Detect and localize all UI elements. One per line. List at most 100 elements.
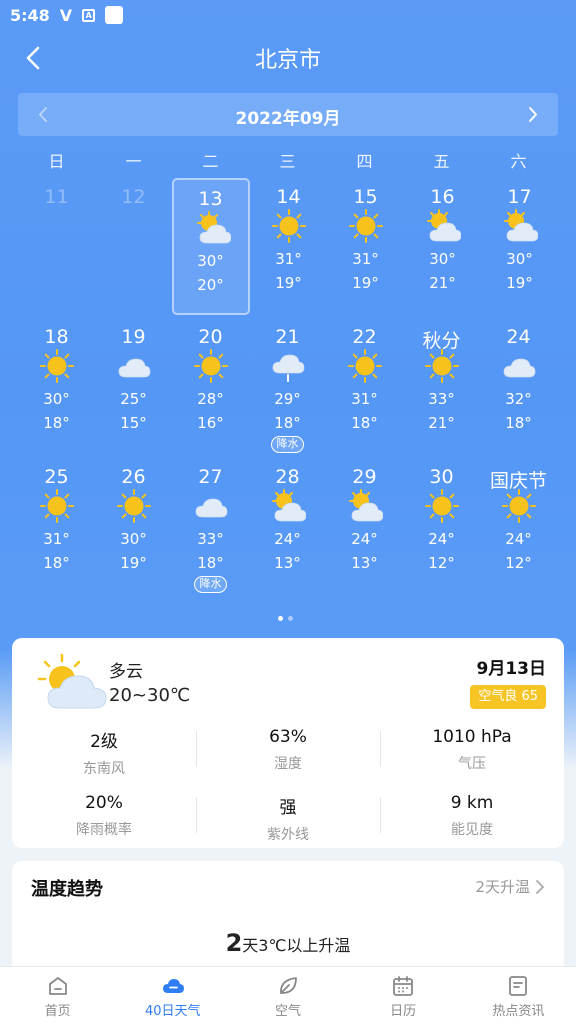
partly-cloudy-icon [504,209,538,242]
calendar-day[interactable]: 19 25° 15° [95,318,172,458]
tab-hot-news[interactable]: 热点资讯 [461,967,576,1024]
metric-value: 2级 [90,732,118,752]
news-icon [509,976,528,996]
weekday-label: 日 [48,152,65,171]
rain-probability-metric: 20% 降雨概率 [12,789,196,855]
high-temp: 31° [43,530,70,548]
metric-label: 降雨概率 [76,822,132,838]
low-temp: 18° [351,414,378,432]
calendar-day[interactable]: 30 24° 12° [403,458,480,598]
day-number: 21 [275,326,300,348]
day-number: 13 [198,188,223,210]
calendar-day[interactable]: 25 31° 18° [18,458,95,598]
trend-title: 温度趋势 [31,879,103,900]
metric-value: 1010 hPa [432,727,512,747]
calendar-day[interactable]: 国庆节 24° 12° [480,458,557,598]
calendar-day[interactable]: 15 31° 19° [327,178,404,318]
low-temp: 15° [120,414,147,432]
calendar-day[interactable]: 21 29° 18° 降水 [249,318,326,458]
today-detail-card: 多云 20~30℃ 9月13日 空气良 65 2级 东南风 63% 湿度 101… [12,638,564,848]
day-number: 24 [506,326,531,348]
day-number: 11 [44,186,69,208]
calendar-day[interactable]: 秋分 33° 21° [403,318,480,458]
high-temp: 30° [120,530,147,548]
day-number: 25 [44,466,69,488]
metric-value: 63% [269,727,307,747]
calendar-day-selected[interactable]: 13 30° 20° [171,178,250,315]
calendar-day[interactable]: 28 24° 13° [249,458,326,598]
partly-cloudy-icon [37,653,107,709]
metric-label: 气压 [458,756,486,772]
day-number: 19 [121,326,146,348]
pressure-metric: 1010 hPa 气压 [380,723,564,789]
calendar-day[interactable]: 12 [95,178,172,318]
calendar-icon [393,976,414,996]
calendar-day[interactable]: 26 30° 19° [95,458,172,598]
calendar-day[interactable]: 17 30° 19° [481,178,558,318]
next-month-icon[interactable] [511,93,554,136]
calendar-day[interactable]: 22 31° 18° [326,318,403,458]
cloudy-icon [503,358,536,378]
trend-summary: 2天3℃以上升温 [12,929,564,957]
trend-summary-count: 2 [225,929,243,957]
tab-air[interactable]: 空气 [230,967,345,1024]
calendar-day[interactable]: 11 [18,178,95,318]
partly-cloudy-icon [349,489,383,522]
calendar-day[interactable]: 14 31° 19° [250,178,327,318]
weekday-label: 一 [125,152,142,171]
calendar-day[interactable]: 16 30° 21° [404,178,481,318]
high-temp: 24° [428,530,455,548]
tab-label: 空气 [274,1004,301,1019]
partly-cloudy-icon [196,211,231,244]
calendar-week: 11 12 13 30° 20° 14 31° 19° 15 31° 19° 16 30° 21° 17 30… [18,178,558,318]
high-temp: 32° [505,390,532,408]
calendar-day[interactable]: 20 28° 16° [172,318,249,458]
high-temp: 24° [505,530,532,548]
tab-home[interactable]: 首页 [0,967,115,1024]
trend-link-label: 2天升温 [475,878,530,896]
vpn-icon: V [59,5,73,25]
low-temp: 19° [352,274,379,292]
page-indicator [278,616,293,621]
high-temp: 24° [351,530,378,548]
partly-cloudy-icon [272,489,306,522]
calendar-day[interactable]: 27 33° 18° 降水 [172,458,249,598]
high-temp: 33° [428,390,455,408]
day-number: 22 [352,326,377,348]
day-number: 18 [44,326,69,348]
low-temp: 19° [506,274,533,292]
wind-metric: 2级 东南风 [12,723,196,789]
today-condition: 多云 [109,662,143,682]
calendar-week: 18 30° 18° 19 25° 15° 20 28° 16° 21 29° 18° 降水 22 31° 1… [18,318,558,458]
low-temp: 12° [505,554,532,572]
page-title: 北京市 [254,48,321,73]
tab-label: 日历 [390,1004,417,1019]
weather-metrics: 2级 东南风 63% 湿度 1010 hPa 气压 20% 降雨概率 强 紫外线 [12,723,564,855]
day-number: 17 [507,186,532,208]
sunny-icon [194,349,228,383]
metric-label: 湿度 [274,756,302,772]
weekday-label: 五 [433,152,450,171]
month-navigator: 2022年09月 [18,93,558,136]
day-number: 14 [276,186,301,208]
tab-calendar[interactable]: 日历 [346,967,461,1024]
day-number: 29 [352,466,377,488]
high-temp: 30° [429,250,456,268]
partly-cloudy-icon [427,209,461,242]
precipitation-badge: 降水 [271,436,304,453]
low-temp: 13° [274,554,301,572]
day-number: 15 [353,186,378,208]
aqi-badge[interactable]: 空气良 65 [470,685,546,709]
low-temp: 18° [274,414,301,432]
high-temp: 31° [352,250,379,268]
visibility-metric: 9 km 能见度 [380,789,564,855]
trend-link[interactable]: 2天升温 [475,876,546,897]
day-number: 16 [430,186,455,208]
calendar-day[interactable]: 24 32° 18° [480,318,557,458]
humidity-metric: 63% 湿度 [196,723,380,789]
calendar-day[interactable]: 29 24° 13° [326,458,403,598]
low-temp: 21° [428,414,455,432]
bottom-tab-bar: 首页 40日天气 空气 日历 热点资讯 [0,966,576,1024]
tab-40-day-weather[interactable]: 40日天气 [115,967,230,1024]
calendar-day[interactable]: 18 30° 18° [18,318,95,458]
